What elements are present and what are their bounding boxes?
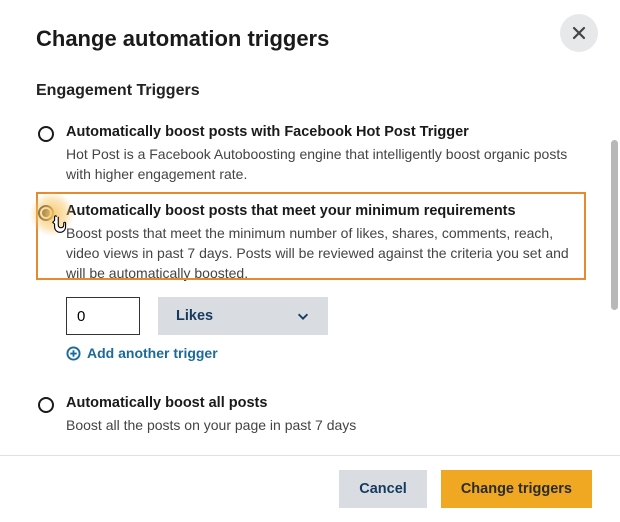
dialog-title: Change automation triggers	[36, 26, 584, 52]
section-heading: Engagement Triggers	[36, 82, 584, 100]
options-list: Automatically boost posts with Facebook …	[36, 124, 584, 436]
option-description: Hot Post is a Facebook Autoboosting engi…	[66, 144, 584, 185]
confirm-button[interactable]: Change triggers	[441, 470, 592, 508]
threshold-input[interactable]	[66, 297, 140, 335]
add-trigger-label: Add another trigger	[87, 345, 218, 361]
chevron-down-icon	[296, 309, 310, 323]
scrollbar[interactable]	[611, 140, 618, 310]
option-title: Automatically boost all posts	[66, 395, 584, 411]
option-title: Automatically boost posts that meet your…	[66, 203, 578, 219]
radio-minimum-requirements[interactable]	[38, 205, 54, 221]
dialog-footer: Cancel Change triggers	[0, 455, 620, 522]
trigger-controls: Likes	[66, 297, 578, 335]
option-boost-all: Automatically boost all posts Boost all …	[38, 395, 584, 435]
option-hot-post: Automatically boost posts with Facebook …	[38, 124, 584, 185]
radio-boost-all[interactable]	[38, 397, 54, 413]
option-description: Boost posts that meet the minimum number…	[66, 223, 578, 284]
metric-label: Likes	[176, 308, 213, 324]
add-trigger-link[interactable]: Add another trigger	[66, 345, 578, 361]
cancel-button[interactable]: Cancel	[339, 470, 427, 508]
metric-dropdown[interactable]: Likes	[158, 297, 328, 335]
radio-hot-post[interactable]	[38, 126, 54, 142]
option-minimum-requirements: Automatically boost posts that meet your…	[38, 203, 584, 378]
plus-circle-icon	[66, 346, 81, 361]
close-button[interactable]	[560, 14, 598, 52]
option-title: Automatically boost posts with Facebook …	[66, 124, 584, 140]
option-description: Boost all the posts on your page in past…	[66, 415, 584, 435]
dialog: Change automation triggers Engagement Tr…	[0, 0, 620, 522]
